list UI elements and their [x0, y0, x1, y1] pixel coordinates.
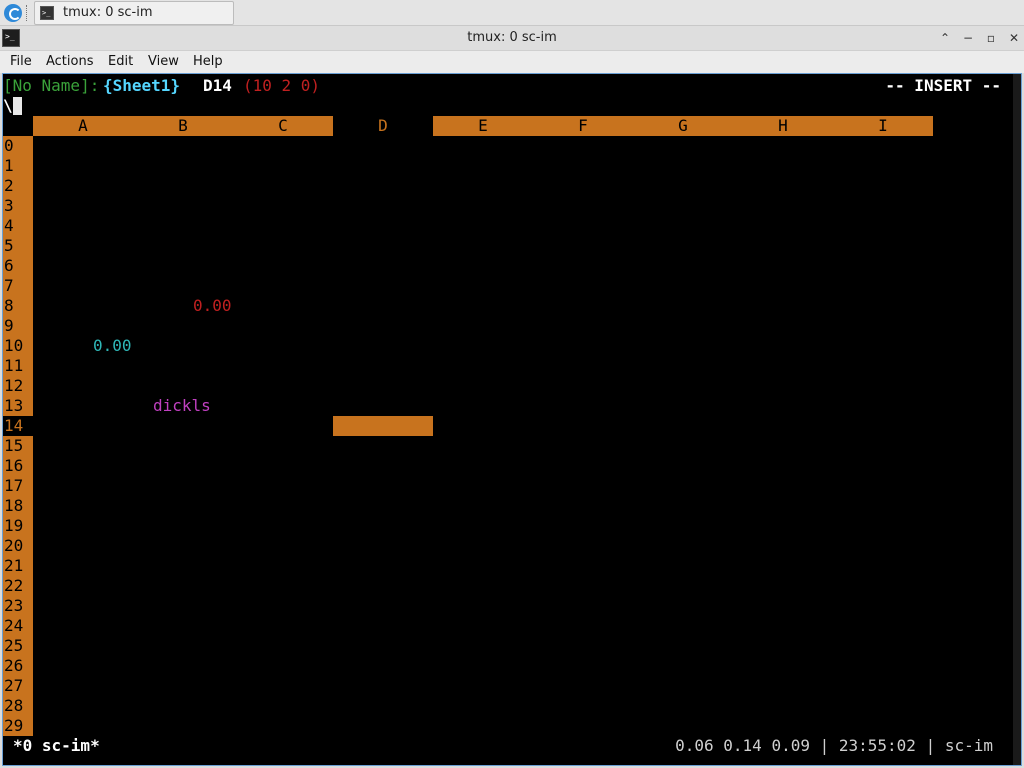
row-header-15[interactable]: 15 — [3, 436, 33, 456]
tmux-window-list[interactable]: *0 sc-im* — [13, 736, 100, 756]
text-cursor — [13, 97, 22, 115]
row-header-14[interactable]: 14 — [3, 416, 33, 436]
row-header-2[interactable]: 2 — [3, 176, 33, 196]
cell-b13[interactable]: dickls — [153, 396, 211, 416]
app-launcher-icon[interactable] — [4, 4, 22, 22]
row-header-26[interactable]: 26 — [3, 656, 33, 676]
row-header-25[interactable]: 25 — [3, 636, 33, 656]
terminal-area[interactable]: [No Name]: {Sheet1} D14 (10 2 0) -- INSE… — [2, 73, 1022, 766]
taskbar: >_ tmux: 0 sc-im — [0, 0, 1024, 26]
row-header-17[interactable]: 17 — [3, 476, 33, 496]
column-header-b[interactable]: B — [133, 116, 233, 136]
row-header-5[interactable]: 5 — [3, 236, 33, 256]
column-header-h[interactable]: H — [733, 116, 833, 136]
row-header-20[interactable]: 20 — [3, 536, 33, 556]
row-header-27[interactable]: 27 — [3, 676, 33, 696]
cell-a10[interactable]: 0.00 — [93, 336, 132, 356]
row-header-23[interactable]: 23 — [3, 596, 33, 616]
window-titlebar[interactable]: >_ tmux: 0 sc-im ⌃ − ▫ ✕ — [0, 26, 1024, 51]
row-header-21[interactable]: 21 — [3, 556, 33, 576]
menu-help[interactable]: Help — [193, 54, 223, 69]
maximize-button[interactable]: ▫ — [982, 29, 1000, 47]
terminal-icon: >_ — [40, 6, 54, 20]
row-header-28[interactable]: 28 — [3, 696, 33, 716]
file-name: [No Name]: — [3, 76, 100, 95]
menubar: File Actions Edit View Help — [0, 51, 1024, 73]
row-header-18[interactable]: 18 — [3, 496, 33, 516]
row-header-9[interactable]: 9 — [3, 316, 33, 336]
input-line[interactable]: \ — [3, 96, 13, 116]
minimize-button[interactable]: − — [959, 29, 977, 47]
row-header-13[interactable]: 13 — [3, 396, 33, 416]
row-header-11[interactable]: 11 — [3, 356, 33, 376]
close-button[interactable]: ✕ — [1005, 29, 1023, 47]
menu-file[interactable]: File — [10, 54, 32, 69]
row-header-1[interactable]: 1 — [3, 156, 33, 176]
menu-view[interactable]: View — [148, 54, 179, 69]
sheet-name: {Sheet1} — [103, 76, 181, 95]
selected-cell[interactable] — [333, 416, 433, 436]
row-header-16[interactable]: 16 — [3, 456, 33, 476]
taskbar-task-button[interactable]: >_ tmux: 0 sc-im — [34, 1, 234, 25]
shade-button[interactable]: ⌃ — [936, 29, 954, 47]
row-header-6[interactable]: 6 — [3, 256, 33, 276]
taskbar-separator — [26, 5, 29, 21]
column-header-f[interactable]: F — [533, 116, 633, 136]
row-header-8[interactable]: 8 — [3, 296, 33, 316]
cell-format-info: (10 2 0) — [243, 76, 321, 95]
mode-indicator: -- INSERT -- — [885, 76, 1001, 95]
current-cell-ref: D14 — [203, 76, 232, 95]
row-header-0[interactable]: 0 — [3, 136, 33, 156]
row-header-10[interactable]: 10 — [3, 336, 33, 356]
window-title: tmux: 0 sc-im — [467, 30, 557, 45]
column-header-i[interactable]: I — [833, 116, 933, 136]
row-header-12[interactable]: 12 — [3, 376, 33, 396]
cell-b8[interactable]: 0.00 — [193, 296, 232, 316]
row-header-7[interactable]: 7 — [3, 276, 33, 296]
scrollbar[interactable] — [1013, 74, 1021, 765]
column-header-g[interactable]: G — [633, 116, 733, 136]
menu-actions[interactable]: Actions — [46, 54, 94, 69]
tmux-status-right: 0.06 0.14 0.09 | 23:55:02 | sc-im — [675, 736, 993, 755]
row-header-3[interactable]: 3 — [3, 196, 33, 216]
column-header-c[interactable]: C — [233, 116, 333, 136]
taskbar-task-label: tmux: 0 sc-im — [63, 5, 153, 20]
column-header-a[interactable]: A — [33, 116, 133, 136]
row-header-22[interactable]: 22 — [3, 576, 33, 596]
row-header-4[interactable]: 4 — [3, 216, 33, 236]
column-header-d[interactable]: D — [333, 116, 433, 136]
menu-edit[interactable]: Edit — [108, 54, 133, 69]
row-header-29[interactable]: 29 — [3, 716, 33, 736]
row-header-24[interactable]: 24 — [3, 616, 33, 636]
row-header-19[interactable]: 19 — [3, 516, 33, 536]
column-header-e[interactable]: E — [433, 116, 533, 136]
